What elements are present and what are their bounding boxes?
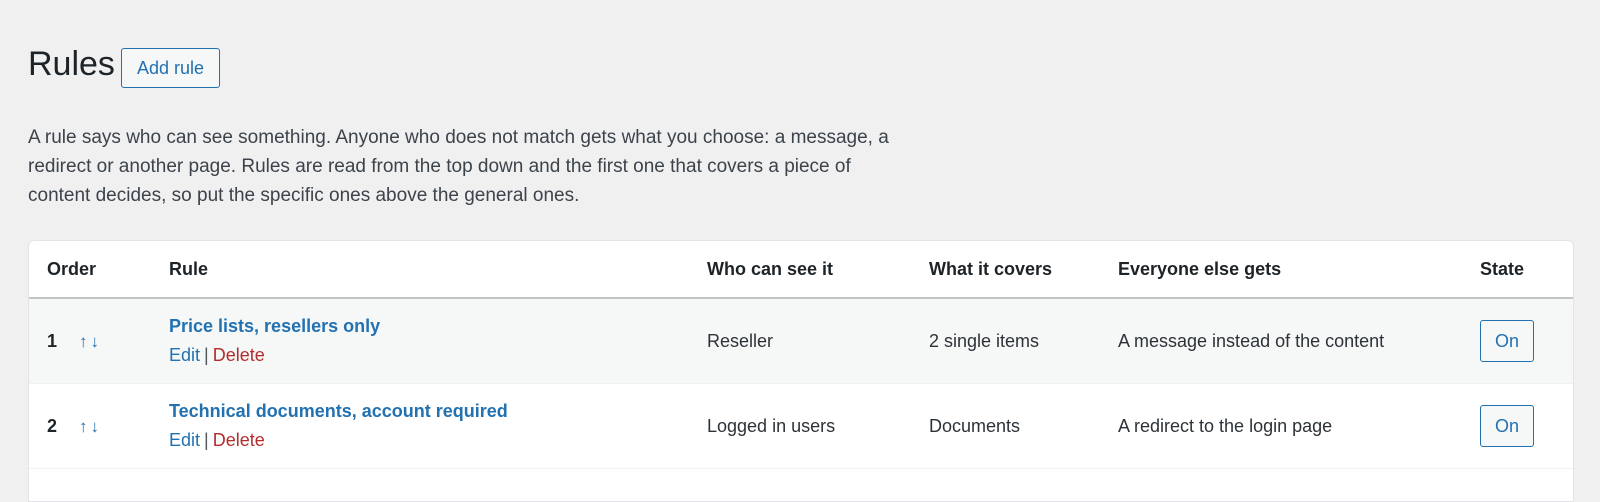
column-header-rule: Rule (169, 241, 707, 299)
state-cell: On (1480, 383, 1573, 469)
state-cell: On (1480, 298, 1573, 384)
else-cell: A redirect to the login page (1118, 383, 1480, 469)
move-down-icon[interactable]: ↓ (91, 332, 100, 351)
rule-name-link[interactable]: Price lists, resellers only (169, 316, 707, 337)
add-rule-button[interactable]: Add rule (120, 48, 220, 88)
order-number: 2 (47, 415, 58, 436)
covers-cell: 2 single items (929, 298, 1118, 384)
edit-link[interactable]: Edit (169, 345, 200, 365)
column-header-order: Order (29, 241, 169, 299)
order-number: 1 (47, 330, 58, 351)
order-cell: 2 ↑ ↓ (29, 383, 169, 469)
covers-cell: Documents (929, 383, 1118, 469)
edit-link[interactable]: Edit (169, 430, 200, 450)
who-cell: Reseller (707, 298, 929, 384)
column-header-else: Everyone else gets (1118, 241, 1480, 299)
move-down-icon[interactable]: ↓ (91, 417, 100, 436)
table-row: 2 ↑ ↓ Technical documents, account require… (29, 383, 1573, 469)
page-title: Rules (28, 45, 115, 83)
intro-text: A rule says who can see something. Anyon… (28, 127, 889, 206)
order-cell: 1 ↑ ↓ (29, 298, 169, 384)
state-toggle-button[interactable]: On (1480, 320, 1535, 362)
column-header-covers: What it covers (929, 241, 1118, 299)
move-up-icon[interactable]: ↑ (79, 417, 88, 436)
title-row: Rules Add rule (28, 42, 220, 88)
state-toggle-button[interactable]: On (1480, 405, 1535, 447)
rule-name-link[interactable]: Technical documents, account required (169, 401, 707, 422)
rule-cell: Price lists, resellers only Edit | Delete (169, 298, 707, 384)
row-actions: Edit | Delete (169, 345, 265, 365)
rule-cell: Technical documents, account required Ed… (169, 383, 707, 469)
else-cell: A message instead of the content (1118, 298, 1480, 384)
column-header-state: State (1480, 241, 1573, 299)
move-up-icon[interactable]: ↑ (79, 332, 88, 351)
delete-link[interactable]: Delete (213, 345, 265, 365)
column-header-who: Who can see it (707, 241, 929, 299)
action-separator: | (204, 345, 209, 365)
rules-table: Order Rule Who can see it What it covers… (29, 241, 1573, 469)
who-cell: Logged in users (707, 383, 929, 469)
table-row: 1 ↑ ↓ Price lists, resellers only Edit | Del… (29, 298, 1573, 384)
row-actions: Edit | Delete (169, 430, 265, 450)
delete-link[interactable]: Delete (213, 430, 265, 450)
rules-table-card: Order Rule Who can see it What it covers… (28, 240, 1574, 502)
table-header-row: Order Rule Who can see it What it covers… (29, 241, 1573, 299)
action-separator: | (204, 430, 209, 450)
